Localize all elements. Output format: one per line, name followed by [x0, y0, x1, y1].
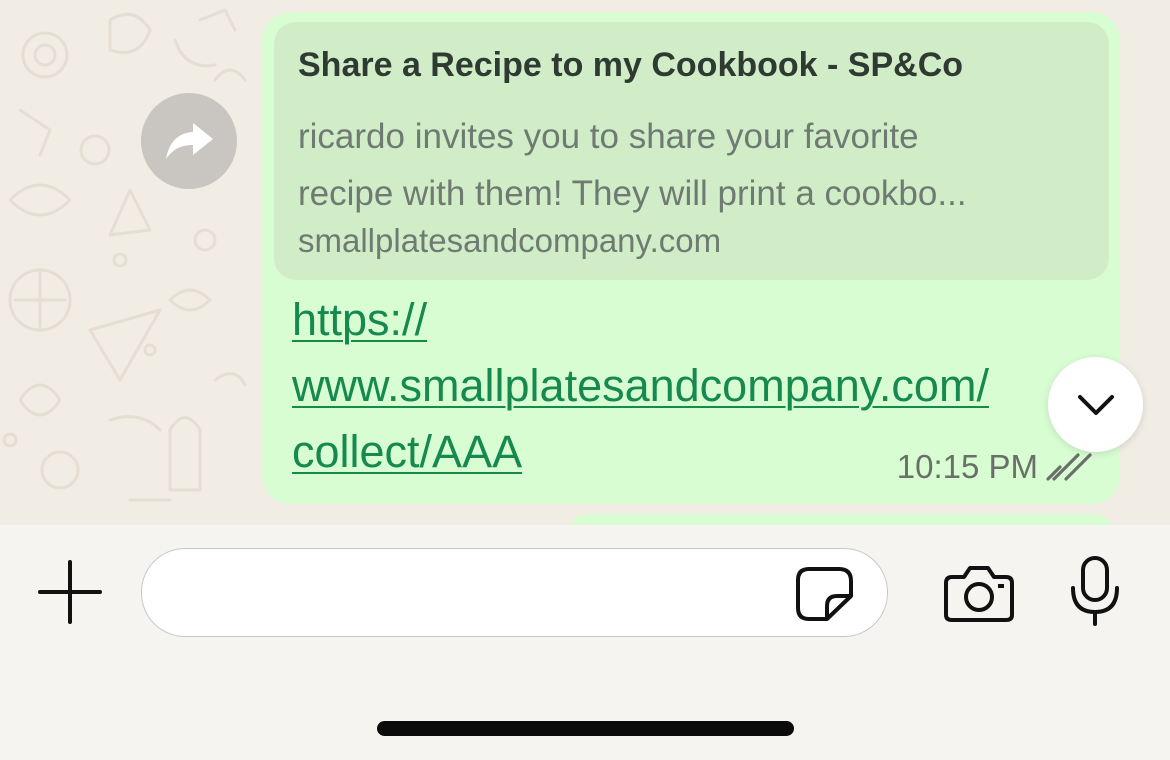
forward-arrow-icon [166, 123, 213, 159]
link-preview-domain: smallplatesandcompany.com [298, 222, 722, 259]
chevron-down-icon [1077, 394, 1114, 415]
message-meta: 10:15 PM [897, 448, 1092, 486]
sticker-button[interactable] [795, 566, 855, 622]
message-link-line[interactable]: https:// [292, 287, 1092, 353]
link-preview-card[interactable]: Share a Recipe to my Cookbook - SP&Co ri… [274, 22, 1109, 280]
link-preview-description: ricardo invites you to share your favori… [298, 108, 1088, 222]
camera-icon [944, 566, 1014, 622]
message-input-box[interactable] [141, 548, 888, 637]
chat-area: Share a Recipe to my Cookbook - SP&Co ri… [0, 0, 1170, 525]
next-message-bubble [568, 514, 1114, 525]
forward-button[interactable] [141, 93, 237, 189]
message-input[interactable] [170, 567, 790, 619]
link-preview-description-line: ricardo invites you to share your favori… [298, 117, 919, 156]
double-check-icon [1046, 453, 1092, 481]
composer-bar [0, 525, 1170, 760]
camera-button[interactable] [942, 563, 1016, 623]
message-bubble: Share a Recipe to my Cookbook - SP&Co ri… [262, 12, 1120, 504]
link-preview-description-line: recipe with them! They will print a cook… [298, 174, 967, 213]
plus-icon [38, 560, 102, 624]
microphone-icon [1071, 556, 1119, 626]
message-timestamp: 10:15 PM [896, 448, 1038, 485]
scroll-down-button[interactable] [1048, 357, 1143, 452]
sticker-icon [796, 567, 853, 621]
home-indicator [377, 721, 794, 736]
link-preview-title: Share a Recipe to my Cookbook - SP&Co [298, 46, 964, 84]
attach-button[interactable] [36, 558, 104, 626]
microphone-button[interactable] [1068, 555, 1122, 627]
message-link-line[interactable]: www.smallplatesandcompany.com/ [292, 353, 1092, 419]
